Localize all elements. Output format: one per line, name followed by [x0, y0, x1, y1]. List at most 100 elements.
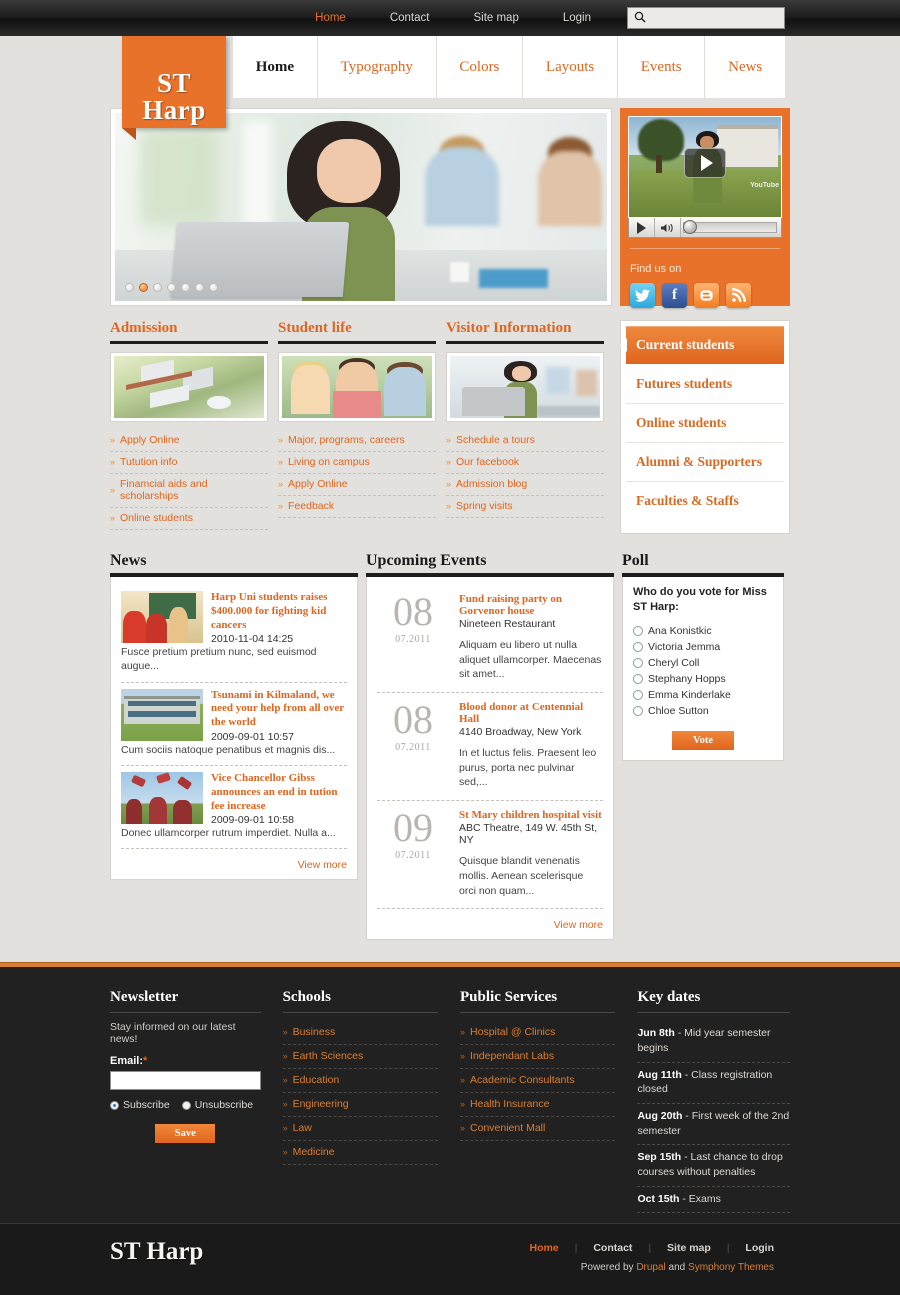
nav-item-layouts[interactable]: Layouts — [523, 36, 619, 98]
slider-dot[interactable] — [209, 283, 218, 292]
list-item[interactable]: » Law — [282, 1117, 439, 1142]
promo-link[interactable]: » Admission blog — [446, 478, 604, 490]
search-box[interactable] — [627, 7, 785, 29]
search-input[interactable] — [650, 12, 778, 24]
schools-link[interactable]: » Engineering — [283, 1098, 438, 1110]
newsletter-subscribe-option[interactable]: Subscribe — [110, 1099, 170, 1111]
list-item[interactable]: » Hospital @ Clinics — [460, 1021, 616, 1046]
symphony-themes-link[interactable]: Symphony Themes — [688, 1262, 774, 1273]
services-link[interactable]: » Convenient Mall — [460, 1122, 615, 1134]
list-item[interactable]: » Academic Consultants — [460, 1069, 616, 1094]
vote-button[interactable]: Vote — [672, 730, 734, 750]
poll-option[interactable]: Ana Konistkic — [633, 623, 773, 639]
list-item[interactable]: » Convenient Mall — [460, 1117, 616, 1142]
event-item[interactable]: 09 07.2011 St Mary children hospital vis… — [377, 801, 603, 910]
news-view-more-link[interactable]: View more — [298, 859, 347, 871]
volume-icon[interactable] — [655, 218, 681, 237]
facebook-icon[interactable]: f — [662, 283, 687, 308]
news-item[interactable]: Tsunami in Kilmaland, we need your help … — [121, 683, 347, 767]
drupal-link[interactable]: Drupal — [636, 1262, 665, 1273]
nav-item-colors[interactable]: Colors — [437, 36, 524, 98]
promo-link[interactable]: » Our facebook — [446, 456, 604, 468]
promo-link[interactable]: » Online students — [110, 512, 268, 524]
news-item[interactable]: Harp Uni students raises $400.000 for fi… — [121, 585, 347, 683]
promo-link[interactable]: » Major, programs, careers — [278, 434, 436, 446]
list-item[interactable]: » Spring visits — [446, 496, 604, 518]
list-item[interactable]: » Education — [282, 1069, 439, 1094]
sidebar-item-futures-students[interactable]: Futures students — [626, 365, 784, 404]
newsletter-email-input[interactable] — [110, 1071, 261, 1091]
slider-dot[interactable] — [167, 283, 176, 292]
twitter-icon[interactable] — [630, 283, 655, 308]
services-link[interactable]: » Health Insurance — [460, 1098, 615, 1110]
list-item[interactable]: » Admission blog — [446, 474, 604, 496]
promo-link[interactable]: » Finamcial aids and scholarships — [110, 478, 268, 502]
list-item[interactable]: » Independant Labs — [460, 1045, 616, 1070]
list-item[interactable]: » Business — [282, 1021, 439, 1046]
list-item[interactable]: » Tutution info — [110, 452, 268, 474]
schools-link[interactable]: » Business — [283, 1026, 438, 1038]
event-title[interactable]: Blood donor at Centennial Hall — [459, 701, 603, 725]
schools-link[interactable]: » Earth Sciences — [283, 1050, 438, 1062]
play-icon[interactable] — [629, 218, 655, 237]
site-logo[interactable]: ST Harp — [122, 36, 226, 140]
footer-nav-item-sitemap[interactable]: Site map — [651, 1242, 727, 1254]
radio-icon[interactable] — [633, 641, 643, 652]
sidebar-item-alumni-supporters[interactable]: Alumni & Supporters — [626, 443, 784, 482]
schools-link[interactable]: » Law — [283, 1122, 438, 1134]
radio-icon[interactable] — [633, 657, 643, 668]
hero-slider[interactable] — [110, 108, 612, 306]
list-item[interactable]: » Apply Online — [110, 430, 268, 452]
slider-dot[interactable] — [153, 283, 162, 292]
promo-link[interactable]: » Tutution info — [110, 456, 268, 468]
topnav-item-login[interactable]: Login — [541, 12, 613, 24]
topnav-item-contact[interactable]: Contact — [368, 12, 452, 24]
poll-option[interactable]: Chloe Sutton — [633, 703, 773, 719]
nav-item-events[interactable]: Events — [618, 36, 706, 98]
nav-item-news[interactable]: News — [705, 36, 785, 98]
schools-link[interactable]: » Education — [283, 1074, 438, 1086]
list-item[interactable]: » Finamcial aids and scholarships — [110, 474, 268, 508]
footer-nav-item-login[interactable]: Login — [729, 1242, 790, 1254]
list-item[interactable]: » Engineering — [282, 1093, 439, 1118]
footer-nav-item-home[interactable]: Home — [514, 1242, 575, 1254]
nav-item-typography[interactable]: Typography — [318, 36, 437, 98]
radio-icon[interactable] — [110, 1100, 119, 1110]
list-item[interactable]: » Apply Online — [278, 474, 436, 496]
services-link[interactable]: » Independant Labs — [460, 1050, 615, 1062]
sidebar-item-current-students[interactable]: Current students — [620, 326, 784, 364]
news-item[interactable]: Vice Chancellor Gibss announces an end i… — [121, 766, 347, 850]
radio-icon[interactable] — [633, 689, 643, 700]
slider-dot[interactable] — [181, 283, 190, 292]
video-progress-handle[interactable] — [683, 220, 697, 234]
services-link[interactable]: » Hospital @ Clinics — [460, 1026, 615, 1038]
poll-option[interactable]: Cheryl Coll — [633, 655, 773, 671]
list-item[interactable]: » Medicine — [282, 1141, 439, 1166]
radio-icon[interactable] — [633, 705, 643, 716]
promo-link[interactable]: » Living on campus — [278, 456, 436, 468]
services-link[interactable]: » Academic Consultants — [460, 1074, 615, 1086]
schools-link[interactable]: » Medicine — [283, 1146, 438, 1158]
list-item[interactable]: » Earth Sciences — [282, 1045, 439, 1070]
list-item[interactable]: » Health Insurance — [460, 1093, 616, 1118]
list-item[interactable]: » Major, programs, careers — [278, 430, 436, 452]
sidebar-item-faculties-staffs[interactable]: Faculties & Staffs — [626, 482, 784, 520]
list-item[interactable]: » Online students — [110, 508, 268, 530]
footer-logo[interactable]: ST Harp — [110, 1238, 203, 1266]
list-item[interactable]: » Living on campus — [278, 452, 436, 474]
blogger-icon[interactable] — [694, 283, 719, 308]
footer-nav-item-contact[interactable]: Contact — [577, 1242, 648, 1254]
poll-option[interactable]: Stephany Hopps — [633, 671, 773, 687]
play-icon[interactable] — [684, 148, 726, 178]
topnav-item-sitemap[interactable]: Site map — [451, 12, 540, 24]
event-item[interactable]: 08 07.2011 Fund raising party on Gorveno… — [377, 585, 603, 694]
save-button[interactable]: Save — [155, 1124, 216, 1144]
newsletter-unsubscribe-option[interactable]: Unsubscribe — [181, 1099, 253, 1111]
event-title[interactable]: Fund raising party on Gorvenor house — [459, 593, 603, 617]
list-item[interactable]: » Our facebook — [446, 452, 604, 474]
slider-dot[interactable] — [195, 283, 204, 292]
rss-icon[interactable] — [726, 283, 751, 308]
promo-link[interactable]: » Spring visits — [446, 500, 604, 512]
radio-icon[interactable] — [181, 1100, 191, 1110]
radio-icon[interactable] — [633, 673, 643, 684]
